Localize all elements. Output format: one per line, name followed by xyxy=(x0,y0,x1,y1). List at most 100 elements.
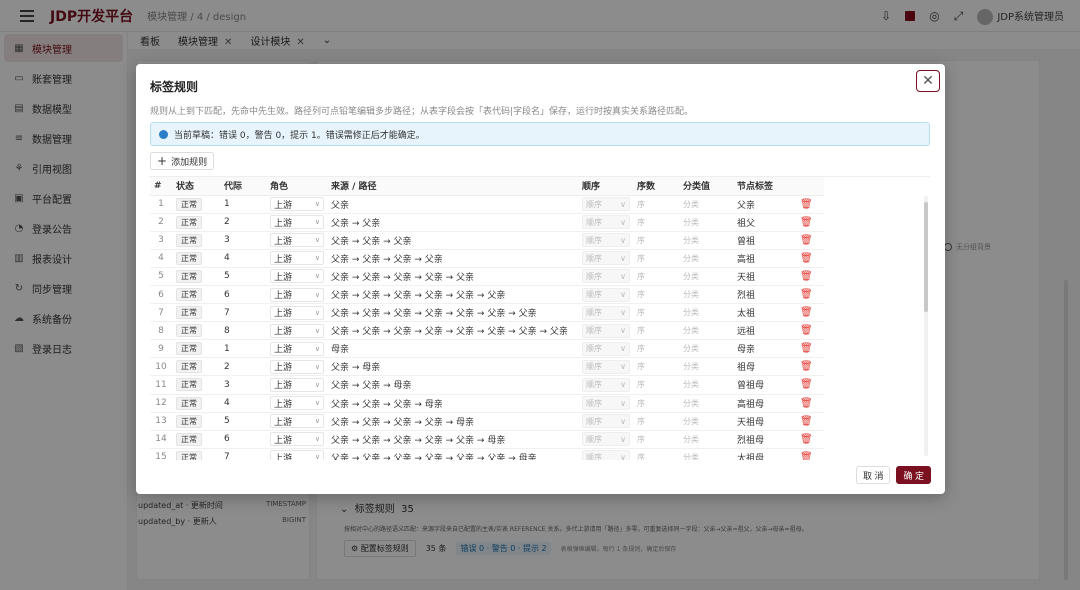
ordinal-input[interactable]: 序 xyxy=(637,362,645,371)
ordinal-input[interactable]: 序 xyxy=(637,290,645,299)
trash-icon[interactable]: 🗑 xyxy=(800,235,813,246)
order-select[interactable]: 顺序 ∨ xyxy=(582,323,630,338)
role-select[interactable]: 上游 ∨ xyxy=(270,359,324,374)
role-select[interactable]: 上游 ∨ xyxy=(270,432,324,447)
order-select[interactable]: 顺序 ∨ xyxy=(582,396,630,411)
generation-cell[interactable]: 7 xyxy=(220,303,266,323)
category-input[interactable]: 分类 xyxy=(683,362,699,371)
table-scrollbar[interactable] xyxy=(924,196,928,456)
path-cell[interactable]: 父亲 → 父亲 → 父亲 → 父亲 → 父亲 → 父亲 → 父亲 xyxy=(327,303,578,323)
path-cell[interactable]: 父亲 → 父亲 xyxy=(327,213,578,232)
trash-icon[interactable]: 🗑 xyxy=(800,289,813,300)
node-label-cell[interactable]: 祖父 xyxy=(733,213,796,232)
category-input[interactable]: 分类 xyxy=(683,435,699,444)
path-cell[interactable]: 父亲 → 父亲 → 父亲 → 父亲 → 父亲 → 母亲 xyxy=(327,430,578,449)
node-label-cell[interactable]: 烈祖母 xyxy=(733,430,796,449)
trash-icon[interactable]: 🗑 xyxy=(800,325,813,336)
category-input[interactable]: 分类 xyxy=(683,272,699,281)
role-select[interactable]: 上游 ∨ xyxy=(270,251,324,266)
category-input[interactable]: 分类 xyxy=(683,236,699,245)
order-select[interactable]: 顺序 ∨ xyxy=(582,233,630,248)
node-label-cell[interactable]: 母亲 xyxy=(733,339,796,359)
ordinal-input[interactable]: 序 xyxy=(637,399,645,408)
path-cell[interactable]: 父亲 → 父亲 → 父亲 → 父亲 → 母亲 xyxy=(327,412,578,431)
node-label-cell[interactable]: 高祖母 xyxy=(733,394,796,413)
category-input[interactable]: 分类 xyxy=(683,344,699,353)
trash-icon[interactable]: 🗑 xyxy=(800,416,813,427)
category-input[interactable]: 分类 xyxy=(683,380,699,389)
order-select[interactable]: 顺序 ∨ xyxy=(582,377,630,392)
cancel-button[interactable]: 取 消 xyxy=(855,466,891,484)
generation-cell[interactable]: 4 xyxy=(220,394,266,413)
path-cell[interactable]: 父亲 → 母亲 xyxy=(327,357,578,377)
trash-icon[interactable]: 🗑 xyxy=(800,217,813,228)
generation-cell[interactable]: 1 xyxy=(220,339,266,359)
category-input[interactable]: 分类 xyxy=(683,218,699,227)
role-select[interactable]: 上游 ∨ xyxy=(270,305,324,320)
close-dialog-button[interactable]: ✕ xyxy=(916,70,940,92)
path-cell[interactable]: 父亲 xyxy=(327,195,578,214)
order-select[interactable]: 顺序 ∨ xyxy=(582,450,630,460)
ordinal-input[interactable]: 序 xyxy=(637,236,645,245)
ordinal-input[interactable]: 序 xyxy=(637,453,645,460)
generation-cell[interactable]: 1 xyxy=(220,195,266,214)
trash-icon[interactable]: 🗑 xyxy=(800,452,813,460)
node-label-cell[interactable]: 天祖 xyxy=(733,267,796,286)
node-label-cell[interactable]: 曾祖 xyxy=(733,231,796,250)
generation-cell[interactable]: 5 xyxy=(220,412,266,431)
role-select[interactable]: 上游 ∨ xyxy=(270,269,324,284)
path-cell[interactable]: 父亲 → 父亲 → 父亲 → 父亲 xyxy=(327,249,578,268)
path-cell[interactable]: 父亲 → 父亲 → 父亲 → 父亲 → 父亲 → 父亲 xyxy=(327,285,578,305)
node-label-cell[interactable]: 远祖 xyxy=(733,321,796,341)
generation-cell[interactable]: 8 xyxy=(220,321,266,341)
ordinal-input[interactable]: 序 xyxy=(637,380,645,389)
ordinal-input[interactable]: 序 xyxy=(637,200,645,209)
trash-icon[interactable]: 🗑 xyxy=(800,434,813,445)
category-input[interactable]: 分类 xyxy=(683,417,699,426)
generation-cell[interactable]: 5 xyxy=(220,267,266,286)
node-label-cell[interactable]: 太祖 xyxy=(733,303,796,323)
generation-cell[interactable]: 2 xyxy=(220,357,266,377)
category-input[interactable]: 分类 xyxy=(683,290,699,299)
path-cell[interactable]: 父亲 → 父亲 → 母亲 xyxy=(327,375,578,395)
trash-icon[interactable]: 🗑 xyxy=(800,307,813,318)
order-select[interactable]: 顺序 ∨ xyxy=(582,251,630,266)
path-cell[interactable]: 父亲 → 父亲 → 父亲 → 父亲 → 父亲 xyxy=(327,267,578,286)
generation-cell[interactable]: 3 xyxy=(220,231,266,250)
generation-cell[interactable]: 7 xyxy=(220,448,266,460)
order-select[interactable]: 顺序 ∨ xyxy=(582,414,630,429)
node-label-cell[interactable]: 曾祖母 xyxy=(733,375,796,395)
ordinal-input[interactable]: 序 xyxy=(637,272,645,281)
path-cell[interactable]: 父亲 → 父亲 → 父亲 → 母亲 xyxy=(327,394,578,413)
order-select[interactable]: 顺序 ∨ xyxy=(582,269,630,284)
trash-icon[interactable]: 🗑 xyxy=(800,361,813,372)
role-select[interactable]: 上游 ∨ xyxy=(270,377,324,392)
ordinal-input[interactable]: 序 xyxy=(637,218,645,227)
trash-icon[interactable]: 🗑 xyxy=(800,398,813,409)
role-select[interactable]: 上游 ∨ xyxy=(270,414,324,429)
node-label-cell[interactable]: 父亲 xyxy=(733,195,796,214)
role-select[interactable]: 上游 ∨ xyxy=(270,233,324,248)
node-label-cell[interactable]: 祖母 xyxy=(733,357,796,377)
path-cell[interactable]: 父亲 → 父亲 → 父亲 xyxy=(327,231,578,250)
role-select[interactable]: 上游 ∨ xyxy=(270,396,324,411)
add-rule-button[interactable]: + 添加规则 xyxy=(150,152,215,170)
order-select[interactable]: 顺序 ∨ xyxy=(582,215,630,230)
category-input[interactable]: 分类 xyxy=(683,200,699,209)
order-select[interactable]: 顺序 ∨ xyxy=(582,197,630,212)
role-select[interactable]: 上游 ∨ xyxy=(270,450,324,460)
path-cell[interactable]: 父亲 → 父亲 → 父亲 → 父亲 → 父亲 → 父亲 → 父亲 → 父亲 xyxy=(327,321,578,341)
scroll-thumb[interactable] xyxy=(924,202,928,312)
category-input[interactable]: 分类 xyxy=(683,308,699,317)
trash-icon[interactable]: 🗑 xyxy=(800,343,813,354)
category-input[interactable]: 分类 xyxy=(683,326,699,335)
role-select[interactable]: 上游 ∨ xyxy=(270,287,324,302)
role-select[interactable]: 上游 ∨ xyxy=(270,341,324,356)
node-label-cell[interactable]: 天祖母 xyxy=(733,412,796,431)
node-label-cell[interactable]: 烈祖 xyxy=(733,285,796,305)
trash-icon[interactable]: 🗑 xyxy=(800,253,813,264)
generation-cell[interactable]: 3 xyxy=(220,375,266,395)
node-label-cell[interactable]: 高祖 xyxy=(733,249,796,268)
category-input[interactable]: 分类 xyxy=(683,254,699,263)
order-select[interactable]: 顺序 ∨ xyxy=(582,359,630,374)
